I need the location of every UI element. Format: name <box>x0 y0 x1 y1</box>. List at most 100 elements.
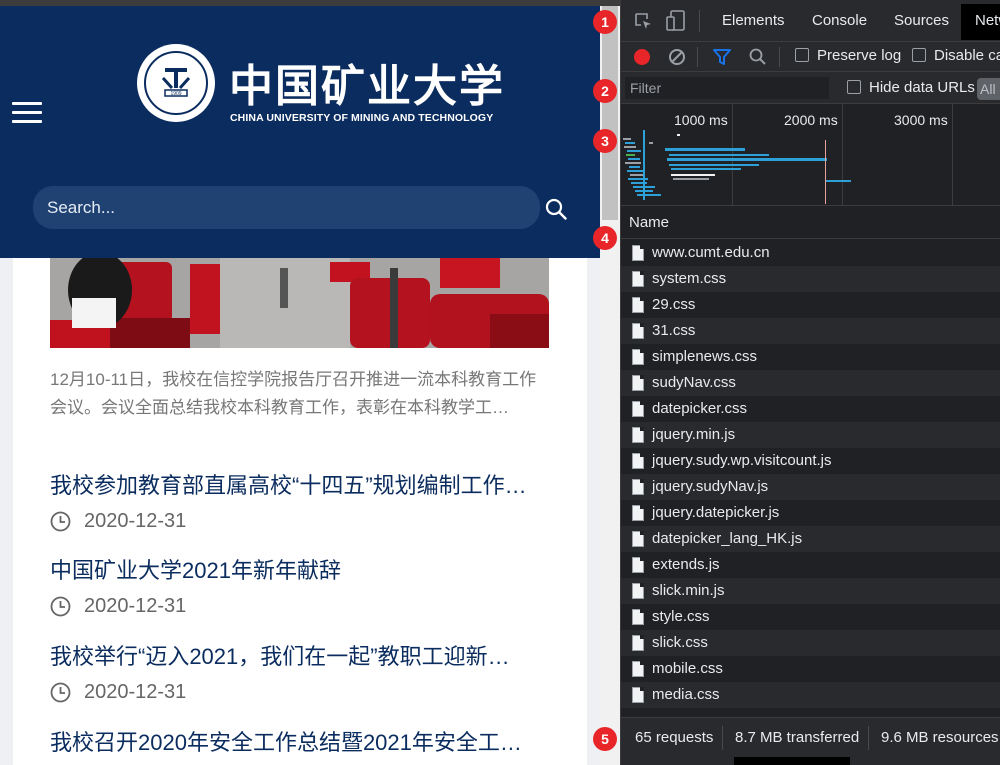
file-icon <box>632 349 644 365</box>
logo-chinese-name: 中国矿业大学 <box>229 61 505 112</box>
news-date-text: 2020-12-31 <box>84 510 187 532</box>
type-filter-all[interactable]: All <box>977 78 1000 100</box>
timeline-tick: 3000 ms <box>894 112 948 128</box>
inspect-element-icon[interactable] <box>634 12 653 31</box>
request-row[interactable]: style.css <box>621 604 1000 630</box>
request-name: sudyNav.css <box>652 374 736 391</box>
request-name: datepicker_lang_HK.js <box>652 530 803 547</box>
request-row[interactable]: media.css <box>621 682 1000 708</box>
file-icon <box>632 245 644 261</box>
hamburger-menu-icon[interactable] <box>12 102 42 124</box>
request-name: system.css <box>652 270 727 287</box>
logo-english-name: CHINA UNIVERSITY OF MINING AND TECHNOLOG… <box>230 112 494 124</box>
preserve-log-checkbox[interactable] <box>795 48 809 62</box>
requests-count: 65 requests <box>635 729 714 746</box>
request-name: 29.css <box>652 296 696 313</box>
file-icon <box>632 323 644 339</box>
timeline-tick: 2000 ms <box>784 112 838 128</box>
clock-icon <box>50 596 71 617</box>
record-icon[interactable] <box>633 48 651 66</box>
device-toolbar-icon[interactable] <box>666 10 686 32</box>
annotation-marker: 4 <box>593 226 617 250</box>
clear-icon[interactable] <box>668 48 686 66</box>
tab-elements[interactable]: Elements <box>722 12 785 29</box>
file-icon <box>632 271 644 287</box>
news-title-link[interactable]: 我校召开2020年安全工作总结暨2021年安全工… <box>50 725 540 757</box>
news-item: 我校参加教育部直属高校“十四五”规划编制工作… 2020-12-31 <box>50 468 550 534</box>
news-item: 我校举行“迈入2021，我们在一起”教职工迎新… 2020-12-31 <box>50 639 550 705</box>
search-icon[interactable] <box>545 198 567 220</box>
resources-size: 9.6 MB resources <box>881 729 999 746</box>
devtools-drawer-edge <box>621 757 1000 765</box>
file-icon <box>632 661 644 677</box>
page-scrollbar-thumb[interactable] <box>602 6 618 220</box>
search-icon[interactable] <box>749 48 767 66</box>
request-row[interactable]: datepicker_lang_HK.js <box>621 526 1000 552</box>
news-title-link[interactable]: 我校参加教育部直属高校“十四五”规划编制工作… <box>50 468 540 500</box>
request-row[interactable]: jquery.sudy.wp.visitcount.js <box>621 448 1000 474</box>
request-row[interactable]: 31.css <box>621 318 1000 344</box>
request-name: mobile.css <box>652 660 723 677</box>
clock-icon <box>50 682 71 703</box>
request-name: extends.js <box>652 556 720 573</box>
file-icon <box>632 479 644 495</box>
file-icon <box>632 557 644 573</box>
file-icon <box>632 297 644 313</box>
disable-cache-checkbox[interactable] <box>912 48 926 62</box>
filter-icon[interactable] <box>713 48 731 66</box>
hide-data-urls-label: Hide data URLs <box>869 79 975 96</box>
preserve-log-label: Preserve log <box>817 47 902 64</box>
request-row[interactable]: sudyNav.css <box>621 370 1000 396</box>
request-row[interactable]: mobile.css <box>621 656 1000 682</box>
request-row[interactable]: system.css <box>621 266 1000 292</box>
request-row[interactable]: jquery.min.js <box>621 422 1000 448</box>
network-overview-timeline[interactable]: 1000 ms 2000 ms 3000 ms <box>621 104 1000 206</box>
page-left-gutter <box>0 258 13 765</box>
request-row[interactable]: jquery.sudyNav.js <box>621 474 1000 500</box>
request-row[interactable]: slick.min.js <box>621 578 1000 604</box>
network-toolbar: Preserve log Disable cache <box>621 42 1000 72</box>
annotation-marker: 3 <box>593 129 617 153</box>
request-name: slick.css <box>652 634 708 651</box>
network-filter-bar: Hide data URLs All <box>621 72 1000 104</box>
university-logo[interactable]: 1909 中国矿业大学 CHINA UNIVERSITY OF MINING A… <box>137 44 503 124</box>
request-row[interactable]: www.cumt.edu.cn <box>621 240 1000 266</box>
devtools-panel: Elements Console Sources Network Preserv… <box>620 0 1000 765</box>
request-row[interactable]: jquery.datepicker.js <box>621 500 1000 526</box>
request-name: www.cumt.edu.cn <box>652 244 770 261</box>
transferred-size: 8.7 MB transferred <box>735 729 860 746</box>
disable-cache-label: Disable cache <box>934 47 1000 64</box>
annotation-marker: 5 <box>593 727 617 751</box>
tab-console[interactable]: Console <box>812 12 867 29</box>
request-row[interactable]: simplenews.css <box>621 344 1000 370</box>
file-icon <box>632 583 644 599</box>
seal-year: 1909 <box>170 91 181 97</box>
requests-table-header[interactable]: Name <box>621 206 1000 239</box>
request-name: jquery.sudy.wp.visitcount.js <box>652 452 832 469</box>
news-photo[interactable] <box>50 258 549 348</box>
file-icon <box>632 687 644 703</box>
request-row[interactable]: datepicker.css <box>621 396 1000 422</box>
request-name: jquery.datepicker.js <box>652 504 780 521</box>
tab-network[interactable]: Network <box>961 4 1000 40</box>
request-row[interactable]: 29.css <box>621 292 1000 318</box>
tab-sources[interactable]: Sources <box>894 12 949 29</box>
news-date: 2020-12-31 <box>50 681 550 705</box>
request-name: jquery.min.js <box>652 426 736 443</box>
file-icon <box>632 375 644 391</box>
name-column-header[interactable]: Name <box>629 214 669 231</box>
request-name: slick.min.js <box>652 582 725 599</box>
request-row[interactable]: slick.css <box>621 630 1000 656</box>
file-icon <box>632 427 644 443</box>
search-input[interactable] <box>47 196 517 220</box>
file-icon <box>632 401 644 417</box>
request-name: simplenews.css <box>652 348 758 365</box>
hide-data-urls-checkbox[interactable] <box>847 80 861 94</box>
news-title-link[interactable]: 中国矿业大学2021年新年献辞 <box>50 553 540 585</box>
site-header: 1909 中国矿业大学 CHINA UNIVERSITY OF MINING A… <box>0 6 600 258</box>
request-row[interactable]: extends.js <box>621 552 1000 578</box>
news-date-text: 2020-12-31 <box>84 595 187 617</box>
news-title-link[interactable]: 我校举行“迈入2021，我们在一起”教职工迎新… <box>50 639 540 671</box>
filter-input[interactable] <box>625 77 829 99</box>
requests-list[interactable]: www.cumt.edu.cn system.css 29.css 31.css sim… <box>621 240 1000 717</box>
